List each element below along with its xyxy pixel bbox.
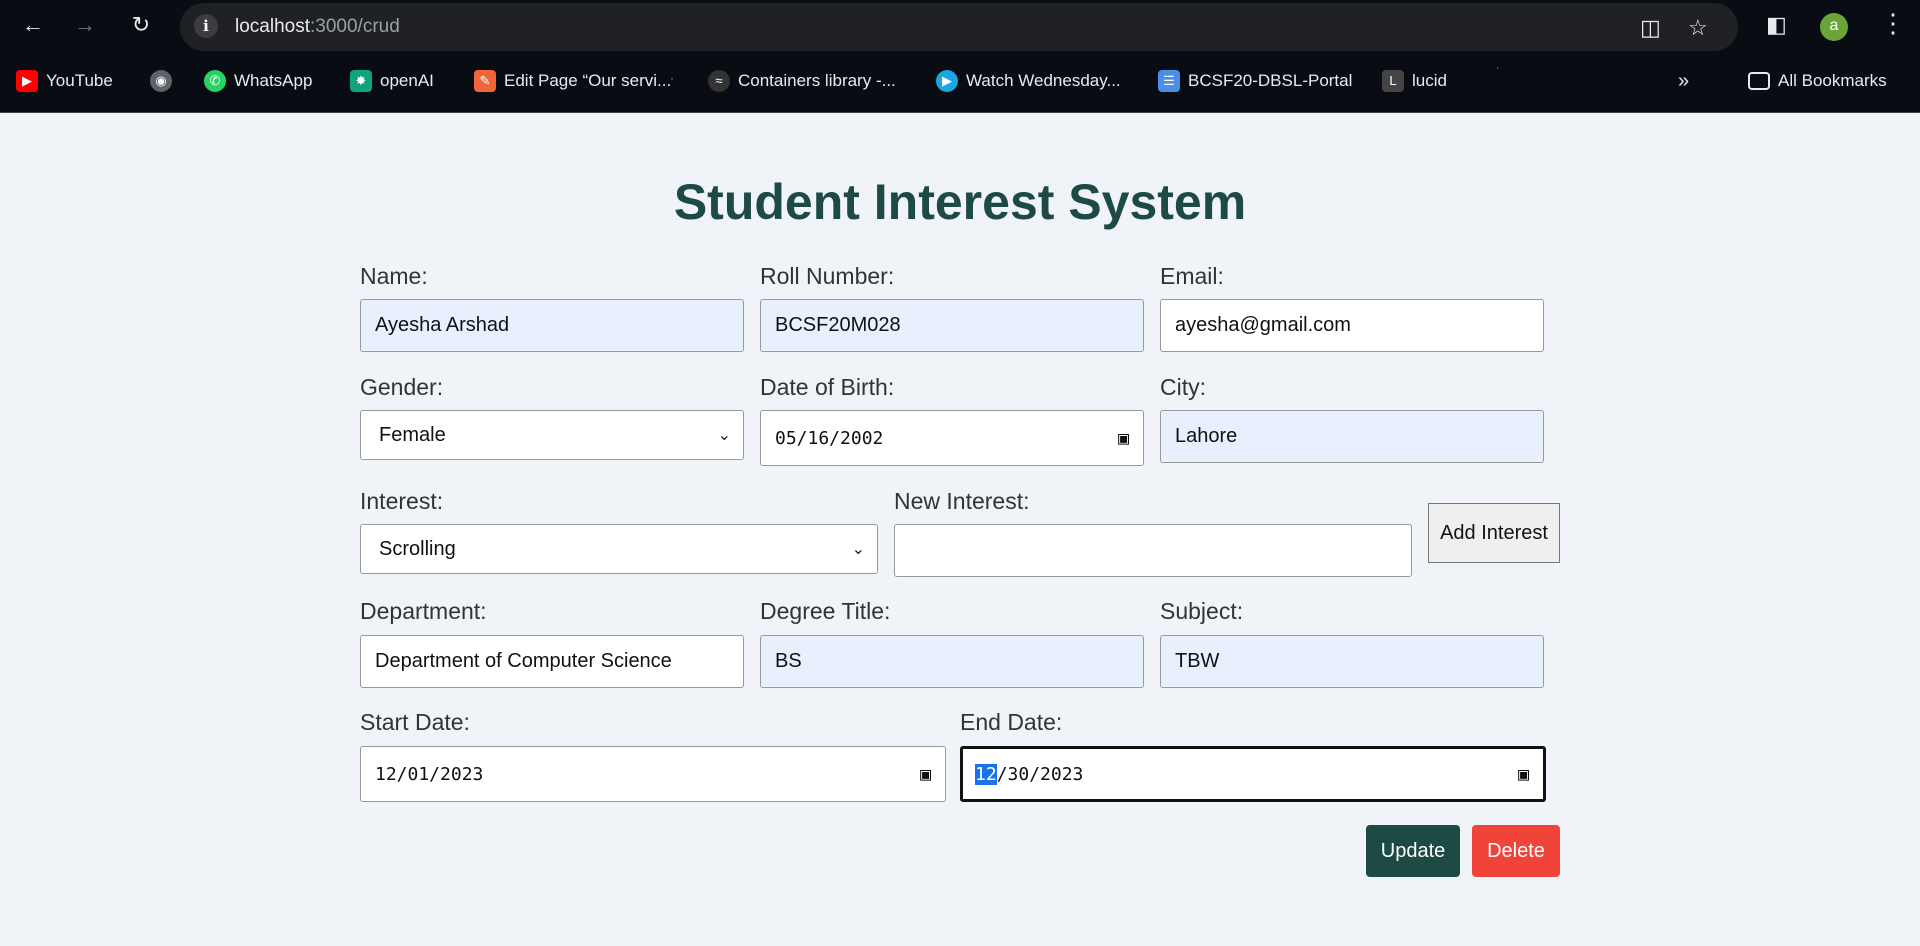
globe-icon: ◉ — [150, 70, 172, 92]
bookmark-label: Containers library -... — [738, 71, 896, 90]
url-text[interactable]: localhost:3000/crud — [235, 16, 400, 38]
gender-select[interactable]: Female ⌄ — [360, 410, 744, 460]
bookmark-portal[interactable]: ☰ BCSF20-DBSL-Portal — [1158, 69, 1352, 93]
all-bookmarks-label: All Bookmarks — [1778, 71, 1887, 90]
back-icon[interactable]: ← — [18, 10, 48, 40]
delete-button[interactable]: Delete — [1472, 825, 1560, 877]
department-value: Department of Computer Science — [375, 650, 672, 672]
edit-page-icon: ✎ — [474, 70, 496, 92]
department-input[interactable]: Department of Computer Science — [360, 635, 744, 688]
bookmark-containers[interactable]: ≈ Containers library -... — [708, 69, 896, 93]
interest-label: Interest: — [360, 488, 444, 514]
email-input[interactable]: ayesha@gmail.com — [1160, 299, 1544, 352]
avatar[interactable]: a — [1820, 13, 1848, 41]
calendar-icon[interactable]: ▣ — [1118, 428, 1129, 449]
bookmark-label: Watch Wednesday... — [966, 71, 1121, 90]
name-value: Ayesha Arshad — [375, 314, 510, 336]
city-value: Lahore — [1175, 425, 1238, 447]
roll-number-value: BCSF20M028 — [775, 314, 901, 336]
end-date-input[interactable]: 12/30/2023 ▣ — [960, 746, 1546, 802]
new-interest-input[interactable] — [894, 524, 1412, 577]
subject-input[interactable]: TBW — [1160, 635, 1544, 688]
start-date-label: Start Date: — [360, 709, 470, 735]
folder-icon — [1748, 72, 1770, 90]
bookmark-youtube[interactable]: ▶ YouTube — [16, 69, 113, 93]
degree-title-input[interactable]: BS — [760, 635, 1144, 688]
side-panel-icon[interactable]: ◧ — [1766, 12, 1787, 38]
degree-title-label: Degree Title: — [760, 598, 891, 624]
dob-label: Date of Birth: — [760, 374, 895, 400]
end-date-value: 12/30/2023 — [975, 763, 1084, 785]
bookmark-lucid[interactable]: L lucid — [1382, 69, 1447, 93]
email-label: Email: — [1160, 263, 1224, 289]
all-bookmarks[interactable]: All Bookmarks — [1748, 69, 1887, 93]
database-icon: ☰ — [1158, 70, 1180, 92]
bookmark-label: YouTube — [46, 71, 113, 90]
city-input[interactable]: Lahore — [1160, 410, 1544, 463]
subject-value: TBW — [1175, 650, 1220, 672]
bookmark-label: BCSF20-DBSL-Portal — [1188, 71, 1353, 90]
page-content: Student Interest System Name: Ayesha Ars… — [0, 113, 1920, 946]
page-title: Student Interest System — [673, 174, 1247, 230]
dob-input[interactable]: 05/16/2002 ▣ — [760, 410, 1144, 466]
start-date-value: 12/01/2023 — [375, 763, 484, 785]
roll-number-input[interactable]: BCSF20M028 — [760, 299, 1144, 352]
forward-icon[interactable]: → — [70, 10, 100, 40]
lucid-icon: L — [1382, 70, 1404, 92]
dob-value: 05/16/2002 — [775, 427, 884, 449]
browser-chrome: ← → ↻ i localhost:3000/crud ◫ ☆ ◧ a ⋮ ▶ … — [0, 0, 1920, 113]
whatsapp-icon: ✆ — [204, 70, 226, 92]
bookmark-star-icon[interactable]: ☆ — [1688, 15, 1708, 41]
containers-icon: ≈ — [708, 70, 730, 92]
bookmark-label: Edit Page “Our servi... — [504, 71, 672, 90]
name-label: Name: — [360, 263, 428, 289]
bookmark-globe[interactable]: ◉ — [150, 69, 180, 93]
bookmark-openai[interactable]: ✸ openAI — [350, 69, 434, 93]
address-bar[interactable]: i localhost:3000/crud ◫ ☆ — [180, 3, 1738, 51]
chevron-down-icon: ⌄ — [851, 541, 865, 558]
start-date-input[interactable]: 12/01/2023 ▣ — [360, 746, 946, 802]
add-interest-button[interactable]: Add Interest — [1428, 503, 1560, 563]
name-input[interactable]: Ayesha Arshad — [360, 299, 744, 352]
reload-icon[interactable]: ↻ — [126, 10, 156, 40]
calendar-icon[interactable]: ▣ — [1518, 764, 1529, 785]
gender-value: Female — [379, 423, 446, 446]
update-button[interactable]: Update — [1366, 825, 1460, 877]
subject-label: Subject: — [1160, 598, 1244, 624]
bookmark-label: WhatsApp — [234, 71, 313, 90]
menu-dots-icon[interactable]: ⋮ — [1880, 8, 1906, 39]
bookmark-edit-page[interactable]: ✎ Edit Page “Our servi... — [474, 69, 671, 93]
play-icon: ▶ — [936, 70, 958, 92]
department-label: Department: — [360, 598, 487, 624]
chevron-down-icon: ⌄ — [717, 427, 731, 444]
more-bookmarks-icon[interactable]: » — [1678, 69, 1689, 93]
interest-select[interactable]: Scrolling ⌄ — [360, 524, 878, 574]
degree-title-value: BS — [775, 650, 802, 672]
end-date-rest: /30/2023 — [996, 763, 1084, 785]
bookmark-label: lucid — [1412, 71, 1447, 90]
site-info-icon[interactable]: i — [194, 14, 218, 38]
end-date-label: End Date: — [960, 709, 1063, 735]
interest-value: Scrolling — [379, 537, 456, 560]
gender-label: Gender: — [360, 374, 444, 400]
bookmark-whatsapp[interactable]: ✆ WhatsApp — [204, 69, 312, 93]
bookmark-watch[interactable]: ▶ Watch Wednesday... — [936, 69, 1121, 93]
new-interest-label: New Interest: — [894, 488, 1030, 514]
calendar-icon[interactable]: ▣ — [920, 764, 931, 785]
city-label: City: — [1160, 374, 1206, 400]
bookmark-label: openAI — [380, 71, 434, 90]
roll-number-label: Roll Number: — [760, 263, 895, 289]
end-date-month-segment[interactable]: 12 — [975, 763, 997, 785]
youtube-icon: ▶ — [16, 70, 38, 92]
email-value: ayesha@gmail.com — [1175, 314, 1351, 336]
openai-icon: ✸ — [350, 70, 372, 92]
install-app-icon[interactable]: ◫ — [1640, 15, 1661, 41]
